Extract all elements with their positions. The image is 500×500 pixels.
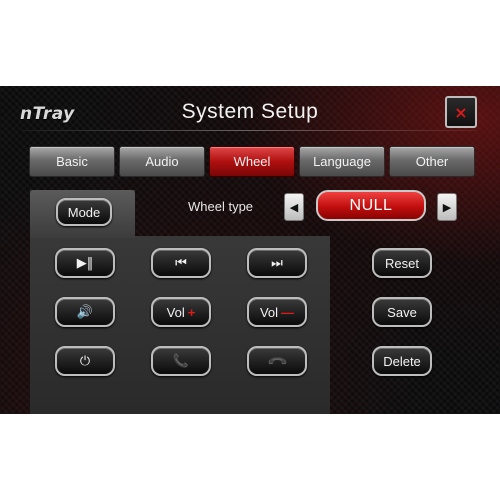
reset-button[interactable]: Reset	[372, 248, 432, 278]
volume-icon: 🔊	[76, 304, 94, 320]
delete-button[interactable]: Delete	[372, 346, 432, 376]
tab-audio[interactable]: Audio	[119, 146, 205, 177]
brand-logo: nTray	[20, 104, 75, 124]
mute-button[interactable]: 🔊	[55, 297, 115, 327]
title-divider	[22, 130, 477, 131]
next-track-button[interactable]: ⏭	[247, 248, 307, 278]
wheel-type-label: Wheel type	[188, 199, 254, 214]
tab-other[interactable]: Other	[389, 146, 475, 177]
volume-down-button[interactable]: Vol —	[247, 297, 307, 327]
page-title: System Setup	[181, 100, 319, 123]
arrow-right-icon: ▶	[442, 200, 452, 214]
power-button[interactable]: ⏻	[55, 346, 115, 376]
wheel-type-prev-button[interactable]: ◀	[284, 193, 304, 221]
mode-button[interactable]: Mode	[56, 198, 112, 226]
volume-up-label: Vol	[166, 304, 185, 320]
close-icon: ×	[454, 102, 468, 122]
tab-wheel[interactable]: Wheel	[209, 146, 295, 177]
play-pause-icon: ▶‖	[76, 255, 94, 271]
plus-icon: +	[187, 304, 196, 320]
tab-language[interactable]: Language	[299, 146, 385, 177]
call-hangup-button[interactable]: 📞	[247, 346, 307, 376]
close-button[interactable]: ×	[445, 96, 477, 128]
wheel-type-value: NULL	[316, 190, 426, 221]
power-icon: ⏻	[79, 353, 91, 369]
previous-icon: ⏮	[175, 255, 187, 271]
save-button[interactable]: Save	[372, 297, 432, 327]
tab-basic[interactable]: Basic	[29, 146, 115, 177]
next-icon: ⏭	[271, 255, 283, 271]
call-answer-button[interactable]: 📞	[151, 346, 211, 376]
phone-hangup-icon: 📞	[265, 349, 289, 373]
minus-icon: —	[281, 304, 295, 320]
wheel-type-next-button[interactable]: ▶	[437, 193, 457, 221]
arrow-left-icon: ◀	[289, 200, 299, 214]
play-pause-button[interactable]: ▶‖	[55, 248, 115, 278]
previous-track-button[interactable]: ⏮	[151, 248, 211, 278]
phone-answer-icon: 📞	[172, 353, 190, 369]
volume-up-button[interactable]: Vol +	[151, 297, 211, 327]
volume-down-label: Vol	[259, 304, 279, 320]
